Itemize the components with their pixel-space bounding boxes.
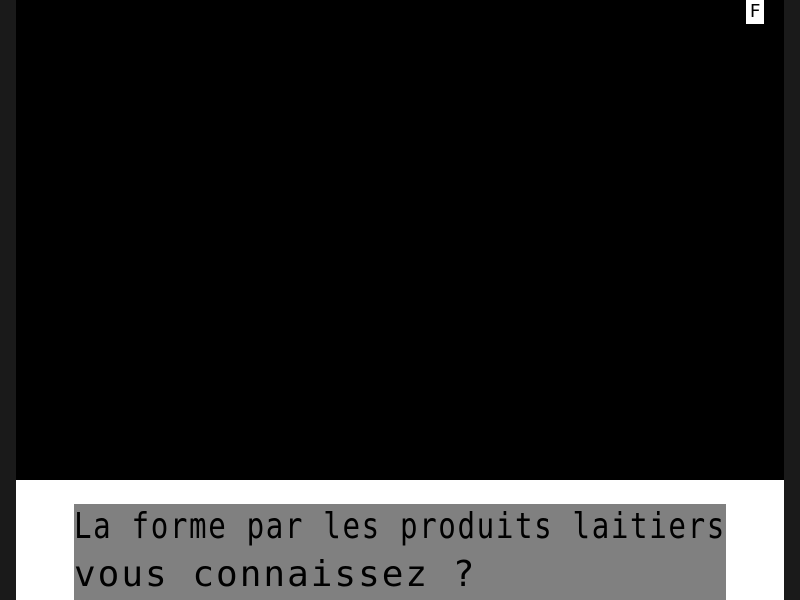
prompt-line-2: vous connaissez ? [74,554,477,595]
graphics-area [16,0,784,480]
game-screen: F La forme par les produits laitiers vou… [0,0,800,600]
display-frame: F La forme par les produits laitiers vou… [16,0,784,600]
mode-indicator: F [746,0,764,24]
prompt-line-1: La forme par les produits laitiers [74,506,726,547]
dialogue-box: La forme par les produits laitiers vous … [74,504,726,600]
